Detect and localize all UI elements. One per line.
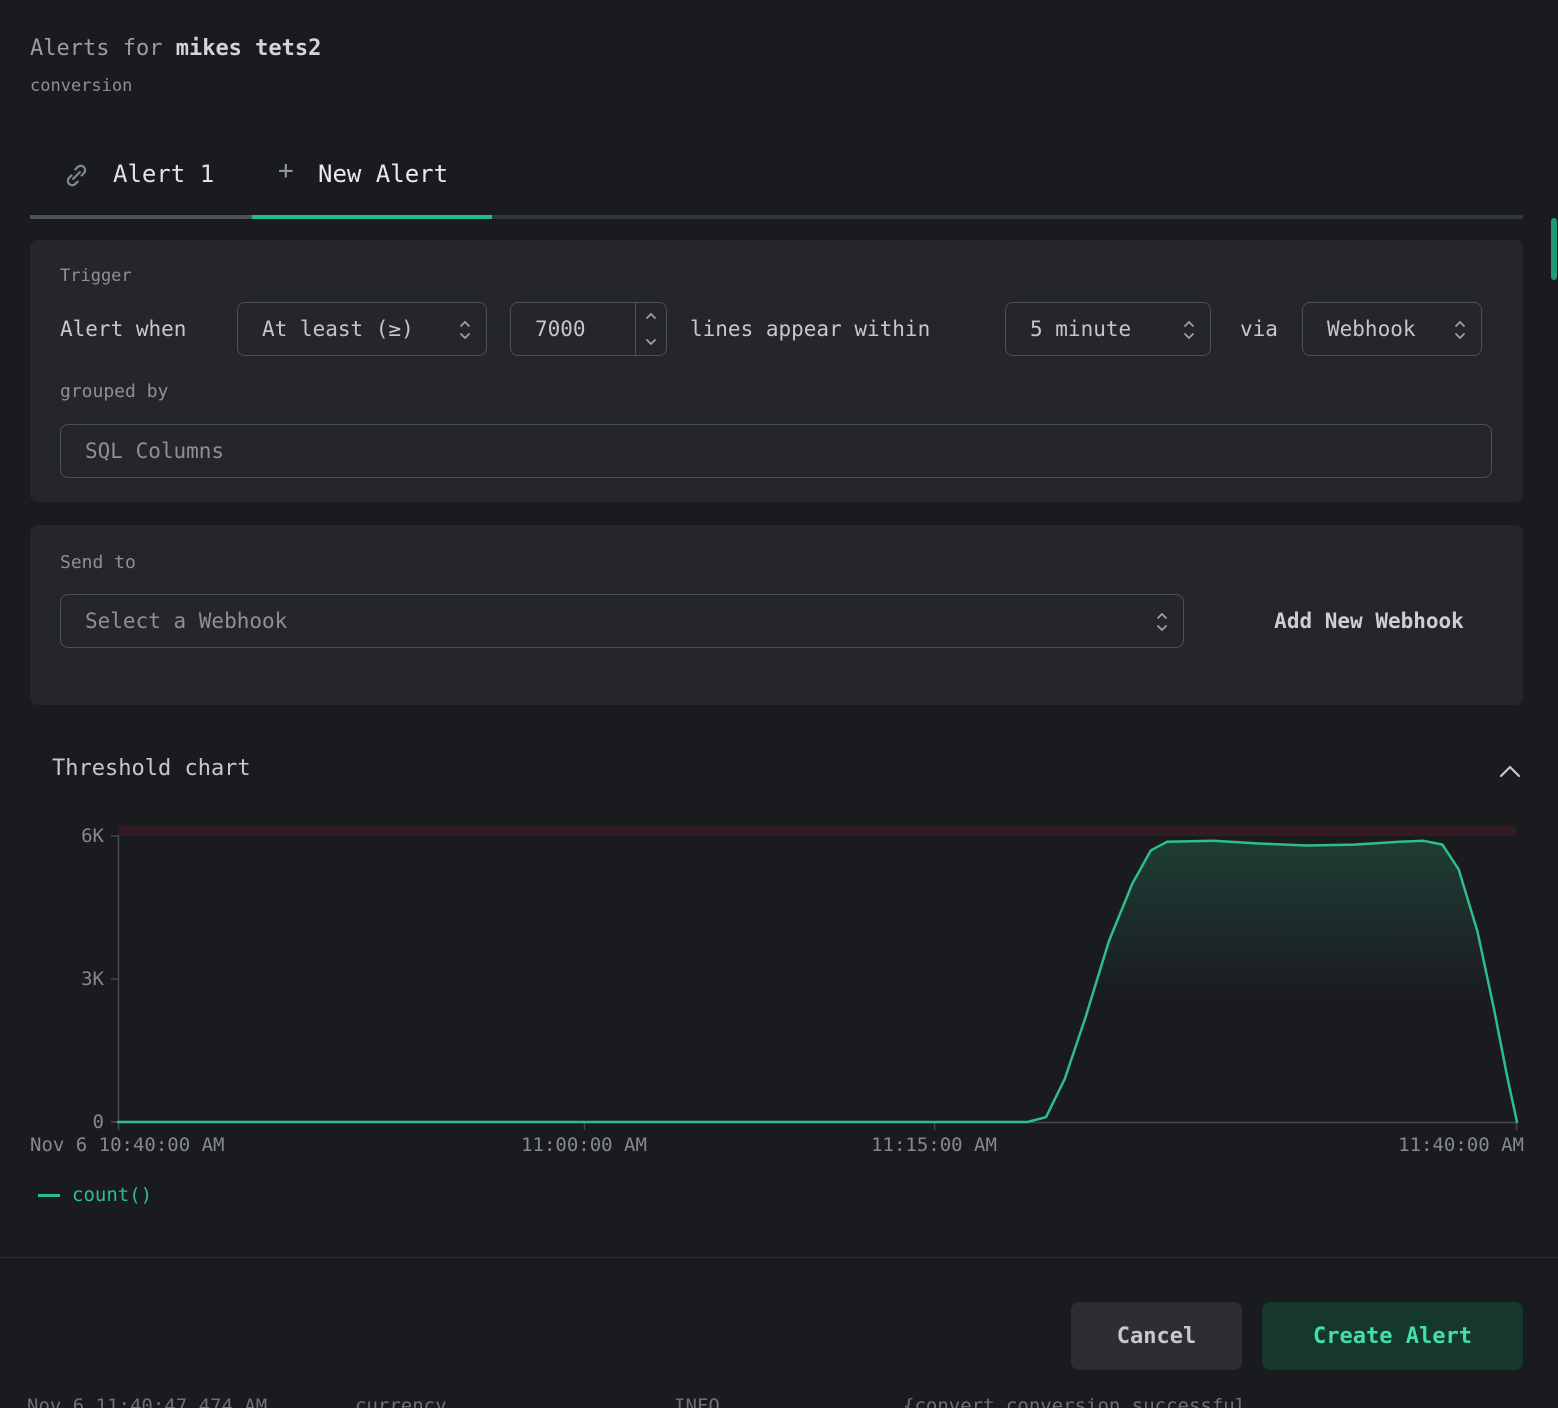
x-tick-end: 11:40:00 AM [1398, 1134, 1524, 1156]
legend-line-swatch [38, 1194, 60, 1197]
time-window-value: 5 minute [1030, 303, 1131, 355]
legend-series-label[interactable]: count() [72, 1184, 152, 1206]
page-subtitle: conversion [30, 76, 132, 96]
cancel-button[interactable]: Cancel [1071, 1302, 1242, 1370]
collapse-chevron-icon[interactable] [1496, 762, 1524, 782]
chevron-updown-icon [458, 317, 472, 343]
footer-divider [0, 1257, 1558, 1258]
number-spinner [635, 303, 666, 355]
page-title: Alerts for mikes tets2 [30, 36, 321, 61]
tab-underline-alert1 [30, 215, 252, 219]
tab-underline [30, 215, 1523, 219]
webhook-placeholder: Select a Webhook [85, 595, 287, 647]
time-window-select[interactable]: 5 minute [1005, 302, 1211, 356]
link-icon [63, 162, 90, 189]
log-body: {convert conversion successful [903, 1395, 1246, 1408]
plus-icon: + [278, 156, 294, 186]
chevron-updown-icon [1155, 609, 1169, 635]
tab-alert-1[interactable]: Alert 1 [113, 160, 214, 188]
y-tick-6k: 6K [59, 825, 104, 847]
series-area-fill [118, 841, 1517, 1122]
x-tick-start: Nov 6 10:40:00 AM [30, 1134, 224, 1156]
channel-value: Webhook [1327, 303, 1416, 355]
chart-legend: count() [38, 1183, 152, 1207]
threshold-zone-band [118, 826, 1516, 836]
threshold-input[interactable]: 7000 [510, 302, 667, 356]
alert-when-label: Alert when [60, 302, 186, 356]
chart-canvas [0, 818, 1558, 1163]
condition-value: At least (≥) [262, 303, 414, 355]
condition-select[interactable]: At least (≥) [237, 302, 487, 356]
chevron-updown-icon [1453, 317, 1467, 343]
channel-select[interactable]: Webhook [1302, 302, 1482, 356]
background-log-row: Nov 6 11:40:47.474 AM currency INFO {con… [0, 1395, 1558, 1408]
tab-underline-active [252, 215, 492, 219]
page-title-name: mikes tets2 [176, 36, 322, 61]
create-alert-button[interactable]: Create Alert [1262, 1302, 1523, 1370]
group-by-input[interactable]: SQL Columns [60, 424, 1492, 478]
send-to-label: Send to [60, 552, 136, 573]
spinner-up-button[interactable] [636, 303, 666, 329]
log-level: INFO [674, 1395, 720, 1408]
x-tick-1100: 11:00:00 AM [521, 1134, 647, 1156]
threshold-value: 7000 [535, 303, 586, 355]
log-timestamp: Nov 6 11:40:47.474 AM [27, 1395, 267, 1408]
y-tick-0: 0 [59, 1111, 104, 1133]
page-title-prefix: Alerts for [30, 36, 176, 61]
trigger-section: Trigger Alert when At least (≥) 7000 lin… [30, 240, 1523, 502]
lines-appear-label: lines appear within [690, 302, 930, 356]
alert-modal: Alerts for mikes tets2 conversion Alert … [0, 0, 1558, 1408]
grouped-by-label: grouped by [60, 381, 168, 402]
trigger-label: Trigger [60, 266, 132, 286]
y-tick-3k: 3K [59, 968, 104, 990]
webhook-select[interactable]: Select a Webhook [60, 594, 1184, 648]
spinner-down-button[interactable] [636, 329, 666, 355]
via-label: via [1240, 302, 1278, 356]
threshold-chart: 6K 3K 0 Nov 6 10:40:00 AM 11:00:00 AM 11… [0, 818, 1558, 1163]
chevron-updown-icon [1182, 317, 1196, 343]
log-service: currency [355, 1395, 447, 1408]
scrollbar-thumb[interactable] [1551, 218, 1557, 280]
x-tick-1115: 11:15:00 AM [871, 1134, 997, 1156]
group-by-placeholder: SQL Columns [85, 425, 224, 477]
tab-new-alert[interactable]: New Alert [318, 160, 448, 188]
send-to-section: Send to Select a Webhook Add New Webhook [30, 525, 1523, 705]
threshold-chart-title: Threshold chart [52, 756, 251, 781]
add-new-webhook-button[interactable]: Add New Webhook [1215, 594, 1523, 648]
